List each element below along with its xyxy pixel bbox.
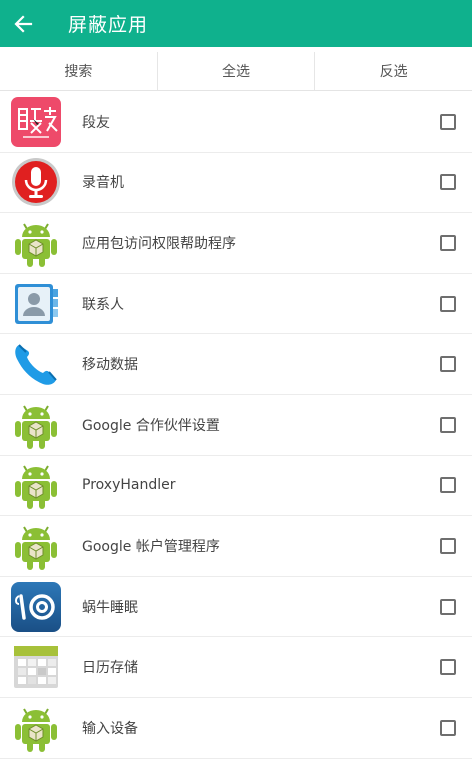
snail-sleep-app-icon	[10, 581, 62, 633]
app-name: 应用包访问权限帮助程序	[82, 235, 236, 252]
list-item[interactable]: 移动数据	[0, 334, 472, 395]
action-tabs: 搜索 全选 反选	[0, 52, 472, 91]
android-robot-icon	[10, 217, 62, 269]
duanyou-app-icon	[10, 96, 62, 148]
app-checkbox[interactable]	[440, 416, 456, 433]
app-name: 蜗牛睡眠	[82, 599, 138, 616]
app-checkbox[interactable]	[440, 537, 456, 554]
app-name: Google 帐户管理程序	[82, 538, 220, 555]
app-name: 段友	[82, 114, 110, 131]
list-item[interactable]: 录音机	[0, 153, 472, 214]
list-item[interactable]: ProxyHandler	[0, 456, 472, 517]
app-list: 段友 录音机 应用包访问权限帮助程序 联系人 移动数据 Google 合作伙伴设…	[0, 92, 472, 759]
list-item[interactable]: 段友	[0, 92, 472, 153]
app-name: 录音机	[82, 175, 124, 192]
android-robot-icon	[10, 702, 62, 754]
app-checkbox[interactable]	[440, 356, 456, 373]
app-checkbox[interactable]	[440, 477, 456, 494]
contacts-app-icon	[10, 278, 62, 330]
page-title: 屏蔽应用	[68, 14, 149, 36]
app-checkbox[interactable]	[440, 113, 456, 130]
app-checkbox[interactable]	[440, 295, 456, 312]
app-name: 输入设备	[82, 720, 138, 737]
app-checkbox[interactable]	[440, 659, 456, 676]
app-name: ProxyHandler	[82, 477, 176, 494]
microphone-app-icon	[10, 156, 62, 208]
list-item[interactable]: Google 帐户管理程序	[0, 516, 472, 577]
tab-select-all[interactable]: 全选	[156, 52, 315, 90]
app-checkbox[interactable]	[440, 598, 456, 615]
android-robot-icon	[10, 520, 62, 572]
tab-invert-selection[interactable]: 反选	[314, 52, 472, 90]
list-item[interactable]: 应用包访问权限帮助程序	[0, 213, 472, 274]
android-robot-icon	[10, 459, 62, 511]
app-name: Google 合作伙伴设置	[82, 417, 220, 434]
arrow-left-icon	[14, 14, 33, 33]
app-checkbox[interactable]	[440, 234, 456, 251]
list-item[interactable]: 联系人	[0, 274, 472, 335]
app-name: 联系人	[82, 296, 124, 313]
back-button[interactable]	[0, 0, 46, 47]
list-item[interactable]: 输入设备	[0, 698, 472, 759]
app-name: 日历存储	[82, 660, 138, 677]
tab-search[interactable]: 搜索	[0, 52, 157, 90]
app-name: 移动数据	[82, 357, 138, 374]
app-checkbox[interactable]	[440, 719, 456, 736]
list-item[interactable]: 蜗牛睡眠	[0, 577, 472, 638]
app-bar: 屏蔽应用	[0, 0, 472, 47]
list-item[interactable]: Google 合作伙伴设置	[0, 395, 472, 456]
calendar-storage-app-icon	[10, 641, 62, 693]
list-item[interactable]: 日历存储	[0, 637, 472, 698]
phone-app-icon	[10, 338, 62, 390]
android-robot-icon	[10, 399, 62, 451]
app-checkbox[interactable]	[440, 174, 456, 191]
